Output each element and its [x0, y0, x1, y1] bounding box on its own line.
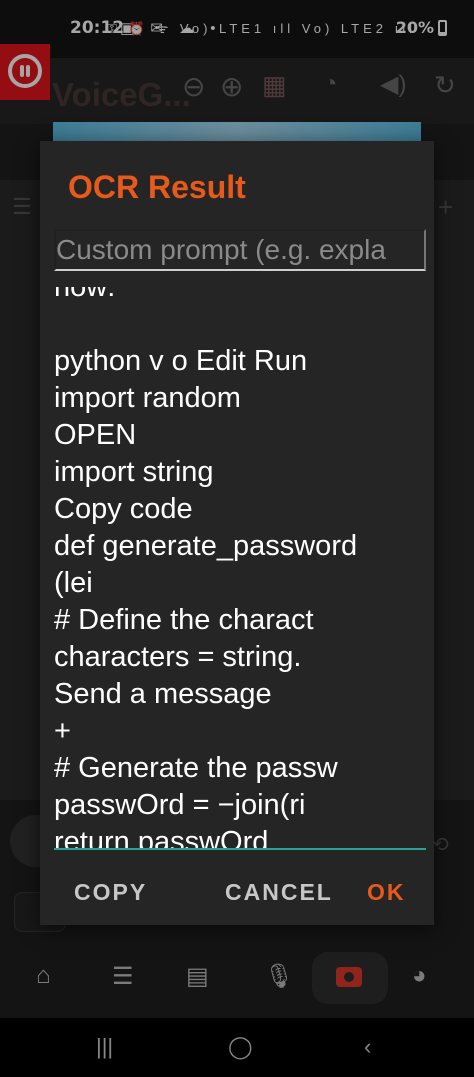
- ocr-line: Copy code: [54, 493, 193, 525]
- ocr-line: characters = string.: [54, 641, 302, 673]
- ocr-line: now:: [54, 287, 116, 303]
- ocr-line: python v o Edit Run: [54, 345, 308, 377]
- ok-button[interactable]: OK: [367, 879, 406, 906]
- ocr-line: import random: [54, 382, 241, 414]
- ocr-line: import string: [54, 456, 214, 488]
- custom-prompt-input[interactable]: [54, 229, 426, 271]
- ocr-text-lines: now: python v o Edit Run import random OPE…: [54, 287, 426, 850]
- ocr-line: # Define the charact: [54, 604, 314, 636]
- ocr-line: return passwOrd: [54, 826, 269, 850]
- ocr-line: [54, 306, 426, 343]
- ocr-line: OPEN: [54, 419, 137, 451]
- ocr-text-area[interactable]: now: python v o Edit Run import random OPE…: [54, 287, 426, 850]
- cancel-button[interactable]: CANCEL: [225, 879, 333, 906]
- ocr-line: Send a message: [54, 678, 272, 710]
- ocr-line: +: [54, 715, 71, 747]
- ocr-line: passwOrd = −join(ri: [54, 789, 306, 821]
- ocr-line: (lei: [54, 567, 93, 599]
- copy-button[interactable]: COPY: [74, 879, 147, 906]
- ocr-result-dialog: OCR Result now: python v o Edit Run impor…: [40, 141, 434, 925]
- dialog-title: OCR Result: [68, 169, 246, 205]
- ocr-line: def generate_password: [54, 530, 358, 562]
- app-screen: 20:12 ▣ ✉ ☁ • ⚿ ⏰ ᯤ Vo) LTE1 ıll Vo) LTE…: [0, 0, 474, 1077]
- ocr-line: # Generate the passw: [54, 752, 338, 784]
